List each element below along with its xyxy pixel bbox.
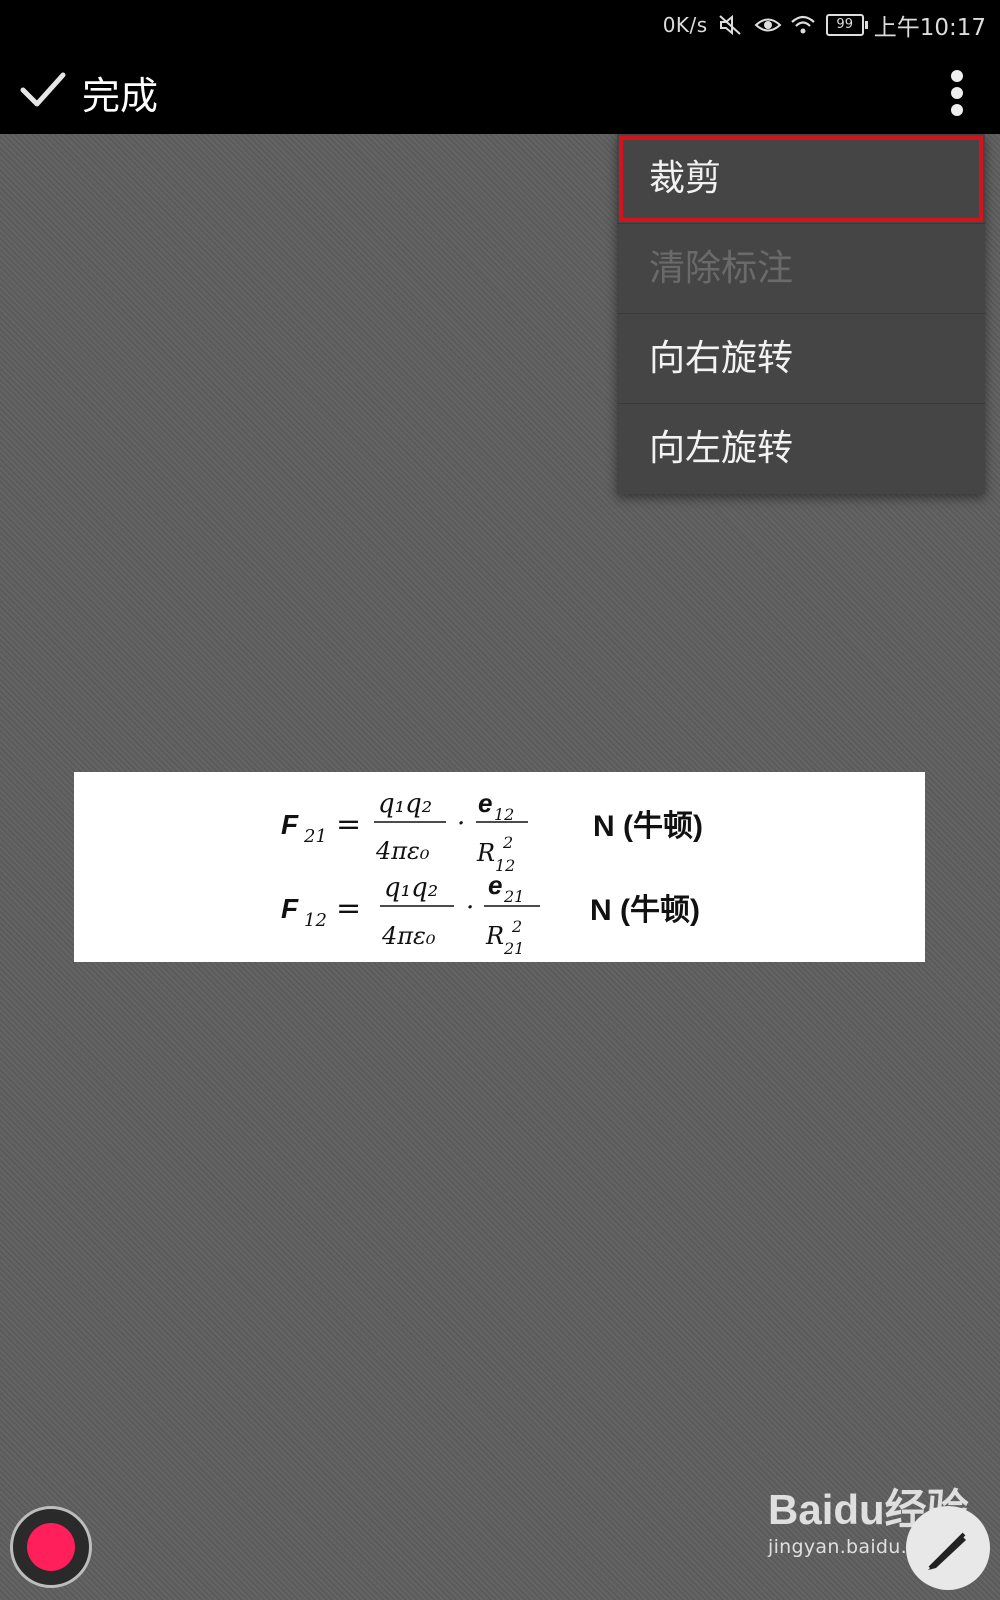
formula2-numerator: q₁q₂ bbox=[384, 873, 438, 903]
menu-item-label: 向右旋转 bbox=[649, 338, 794, 379]
record-icon[interactable] bbox=[10, 1506, 92, 1588]
formula1-lhs-sub: 21 bbox=[303, 826, 327, 847]
wifi-icon bbox=[790, 14, 816, 36]
svg-text:·: · bbox=[466, 893, 474, 923]
svg-text:·: · bbox=[457, 809, 465, 839]
overflow-menu-icon[interactable] bbox=[942, 66, 972, 116]
menu-item-label: 清除标注 bbox=[649, 248, 794, 289]
formula-image: F 21 = q₁q₂ 4πε₀ · e 12 R 12 2 N (牛顿) F … bbox=[74, 772, 925, 962]
svg-text:=: = bbox=[336, 891, 361, 926]
eye-icon bbox=[754, 14, 782, 36]
formula2-r-sup: 2 bbox=[511, 917, 522, 936]
formula1-r: R bbox=[476, 839, 495, 867]
menu-item-label: 裁剪 bbox=[649, 158, 722, 199]
menu-item-crop[interactable]: 裁剪 bbox=[617, 134, 985, 224]
formula2-lhs-sub: 12 bbox=[304, 910, 327, 931]
done-button[interactable]: 完成 bbox=[20, 64, 158, 120]
menu-item-label: 向左旋转 bbox=[649, 428, 794, 469]
net-speed: 0K/s bbox=[662, 13, 708, 37]
menu-item-rotate-left[interactable]: 向左旋转 bbox=[617, 404, 985, 494]
svg-text:=: = bbox=[336, 807, 361, 842]
mute-icon bbox=[718, 14, 744, 36]
formula1-vector-sub: 12 bbox=[494, 805, 514, 824]
formula1-unit: N (牛顿) bbox=[593, 810, 703, 843]
formula2-vector: e bbox=[488, 870, 502, 900]
formula2-vector-sub: 21 bbox=[503, 887, 524, 906]
battery-icon: 99 bbox=[825, 14, 868, 36]
formula1-vector: e bbox=[478, 788, 492, 818]
formula2-denominator: 4πε₀ bbox=[381, 922, 436, 950]
overflow-menu: 裁剪 清除标注 向右旋转 向左旋转 bbox=[617, 134, 985, 494]
clock: 上午10:17 bbox=[873, 15, 986, 41]
formula2-lhs: F bbox=[281, 893, 299, 924]
formula2-unit: N (牛顿) bbox=[590, 894, 700, 927]
done-label: 完成 bbox=[82, 73, 159, 118]
formula2-r: R bbox=[485, 922, 504, 950]
formula2-r-sub: 21 bbox=[503, 939, 524, 958]
menu-item-clear-annotations: 清除标注 bbox=[617, 224, 985, 314]
formula1-r-sup: 2 bbox=[502, 833, 513, 852]
formula1-denominator: 4πε₀ bbox=[375, 837, 430, 865]
menu-item-rotate-right[interactable]: 向右旋转 bbox=[617, 314, 985, 404]
formula1-lhs: F bbox=[281, 809, 299, 840]
action-bar: 完成 bbox=[0, 46, 1000, 134]
check-icon bbox=[20, 70, 66, 114]
pen-icon[interactable] bbox=[906, 1506, 990, 1590]
status-bar: 0K/s 99 上午10:17 bbox=[0, 0, 1000, 46]
formula1-numerator: q₁q₂ bbox=[378, 789, 432, 819]
